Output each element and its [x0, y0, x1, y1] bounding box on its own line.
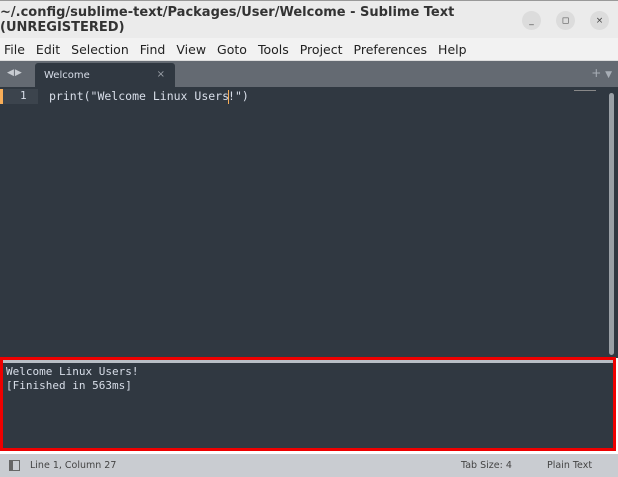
title-bar: ~/.config/sublime-text/Packages/User/Wel…: [0, 0, 618, 38]
menu-help[interactable]: Help: [438, 42, 467, 57]
editor[interactable]: 1 print("Welcome Linux Users!"): [0, 87, 618, 358]
menu-selection[interactable]: Selection: [71, 42, 129, 57]
menu-goto[interactable]: Goto: [217, 42, 247, 57]
panel-toggle-icon[interactable]: [9, 460, 20, 471]
menu-file[interactable]: File: [4, 42, 25, 57]
cursor-position: Line 1, Column 27: [30, 460, 117, 471]
tab-close-icon[interactable]: ×: [157, 69, 165, 80]
window-title: ~/.config/sublime-text/Packages/User/Wel…: [0, 4, 455, 35]
line-number: 1: [20, 89, 27, 102]
output-text: Welcome Linux Users! [Finished in 563ms]: [6, 365, 138, 393]
tab-bar: ◀▶ Welcome × + ▼: [0, 61, 618, 87]
syntax-selector[interactable]: Plain Text: [547, 460, 592, 471]
build-output-panel: Welcome Linux Users! [Finished in 563ms]: [0, 357, 616, 451]
menu-view[interactable]: View: [176, 42, 206, 57]
output-line: [Finished in 563ms]: [6, 379, 132, 392]
minimize-button[interactable]: _: [522, 11, 541, 30]
gutter-current-line: [0, 89, 38, 104]
menu-bar: File Edit Selection Find View Goto Tools…: [0, 38, 618, 61]
menu-project[interactable]: Project: [300, 42, 343, 57]
menu-edit[interactable]: Edit: [36, 42, 60, 57]
line-modified-marker: [0, 89, 3, 104]
new-tab-icon[interactable]: +: [591, 66, 601, 80]
code-after-caret: !"): [228, 89, 249, 103]
tab-actions: + ▼: [591, 66, 612, 80]
maximize-button[interactable]: ◻: [556, 11, 575, 30]
code-before-caret: print("Welcome Linux Users: [49, 89, 230, 103]
output-line: Welcome Linux Users!: [6, 365, 139, 378]
tab-size[interactable]: Tab Size: 4: [461, 460, 512, 471]
tab-welcome[interactable]: Welcome ×: [35, 63, 175, 87]
tab-nav-arrows-icon[interactable]: ◀▶: [7, 68, 23, 78]
tab-dropdown-icon[interactable]: ▼: [605, 70, 612, 80]
tab-label: Welcome: [44, 70, 90, 81]
menu-find[interactable]: Find: [140, 42, 166, 57]
status-bar: Line 1, Column 27 Tab Size: 4 Plain Text: [0, 454, 618, 477]
menu-preferences[interactable]: Preferences: [354, 42, 428, 57]
panel-divider[interactable]: [3, 360, 613, 363]
close-window-button[interactable]: ×: [590, 11, 609, 30]
code-line[interactable]: print("Welcome Linux Users!"): [49, 89, 249, 104]
menu-tools[interactable]: Tools: [258, 42, 289, 57]
editor-scrollbar[interactable]: [609, 93, 614, 355]
minimap[interactable]: [574, 90, 596, 91]
